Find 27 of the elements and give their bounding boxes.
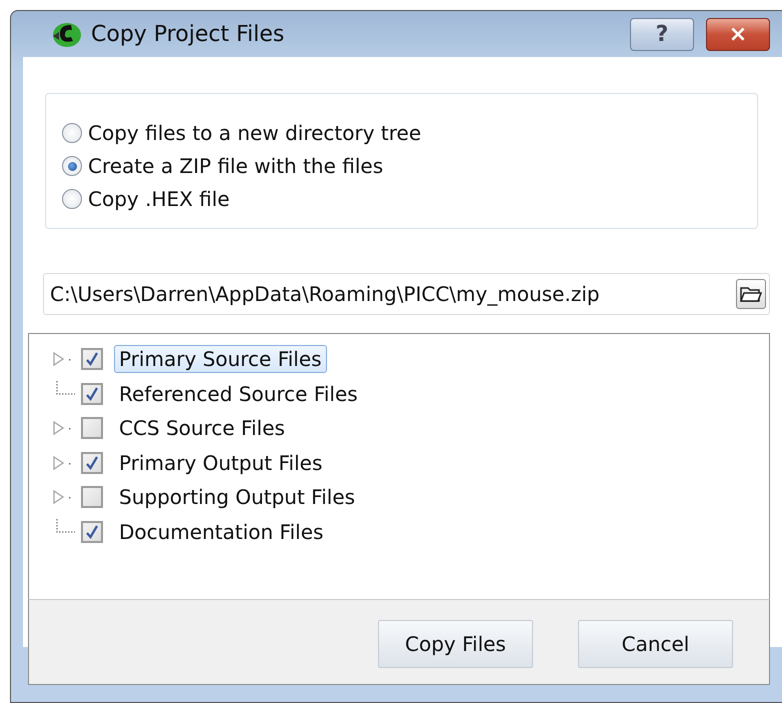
radio-label: Copy .HEX file: [88, 187, 230, 211]
checkbox[interactable]: [81, 452, 103, 474]
radio-button[interactable]: [62, 156, 82, 176]
checkbox[interactable]: [81, 520, 103, 543]
checkmark-icon: [85, 386, 99, 401]
radio-button[interactable]: [62, 189, 82, 209]
checkbox[interactable]: [81, 417, 103, 440]
tree-item[interactable]: Supporting Output Files: [114, 483, 360, 512]
close-button[interactable]: ×: [706, 18, 770, 50]
cancel-button[interactable]: Cancel: [578, 620, 733, 668]
checkbox[interactable]: [81, 348, 103, 370]
checkmark-icon: [85, 456, 99, 470]
tree-item[interactable]: Documentation Files: [114, 518, 328, 546]
checkbox[interactable]: [81, 486, 103, 508]
checkmark-icon: [85, 524, 99, 539]
tree-item[interactable]: Primary Source Files: [114, 345, 327, 374]
help-button[interactable]: ?: [630, 18, 694, 50]
radio-button[interactable]: [62, 123, 82, 143]
checkbox[interactable]: [81, 382, 103, 405]
window-title: Copy Project Files: [91, 22, 286, 46]
checkmark-icon: [85, 352, 99, 366]
tree-item[interactable]: Primary Output Files: [114, 448, 328, 477]
tree-item[interactable]: CCS Source Files: [114, 414, 290, 442]
radio-label: Copy files to a new directory tree: [88, 121, 422, 145]
radio-label: Create a ZIP file with the files: [88, 154, 384, 178]
tree-item[interactable]: Referenced Source Files: [114, 380, 363, 408]
copy-files-button[interactable]: Copy Files: [378, 620, 533, 668]
